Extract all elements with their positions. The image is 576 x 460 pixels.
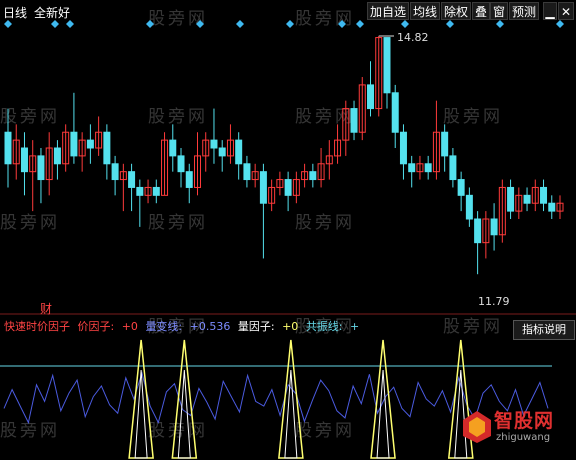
candle-body: [408, 163, 416, 173]
candle-body: [391, 92, 399, 133]
diamond-marker: [286, 20, 294, 28]
volume-factor-value: +0: [282, 320, 299, 333]
candle-body: [284, 179, 292, 196]
candle-body: [136, 186, 144, 196]
candle-body: [523, 194, 531, 204]
candle-body: [235, 139, 243, 165]
diamond-marker: [4, 20, 12, 28]
candlestick-chart[interactable]: [0, 0, 576, 460]
diamond-marker: [66, 20, 74, 28]
candle-body: [540, 186, 548, 204]
candle-body: [103, 131, 111, 165]
candle-body: [399, 131, 407, 165]
logo-name: 智股网: [494, 410, 555, 432]
volume-line-label: 量变线:: [145, 320, 183, 333]
candle-body: [210, 139, 218, 149]
indicator-name: 快速时价因子: [4, 320, 70, 333]
diamond-marker: [556, 20, 564, 28]
logo-icon: [463, 411, 491, 443]
candle-body: [441, 131, 449, 157]
candle-body: [169, 139, 177, 157]
diamond-marker: [338, 20, 346, 28]
diamond-marker: [146, 20, 154, 28]
candle-body: [185, 171, 193, 188]
indicator-legend: 快速时价因子 价因子: +0 量变线: +0.536 量因子: +0 共振线: …: [4, 318, 363, 334]
resonance-value: +: [350, 320, 360, 333]
diamond-marker: [356, 20, 364, 28]
candle-body: [383, 37, 391, 94]
diamond-marker: [196, 20, 204, 28]
volume-line-value: +0.536: [189, 320, 231, 333]
price-factor-value: +0: [121, 320, 138, 333]
candle-body: [465, 194, 473, 220]
candle-body: [259, 171, 267, 204]
candle-body: [70, 131, 78, 157]
candle-body: [457, 179, 465, 196]
low-price-label: 11.79: [478, 295, 510, 308]
site-logo: 智股网 zhiguwang: [462, 404, 572, 454]
price-factor-label: 价因子:: [77, 320, 115, 333]
finance-marker: 财: [40, 302, 53, 316]
candle-body: [507, 186, 515, 212]
candle-body: [424, 163, 432, 173]
candle-body: [548, 202, 556, 212]
diamond-marker: [401, 20, 409, 28]
indicator-help-button[interactable]: 指标说明: [513, 320, 575, 340]
candle-body: [218, 147, 226, 157]
diamond-marker: [51, 20, 59, 28]
logo-url: zhiguwang: [496, 432, 551, 443]
signal-spike: [278, 339, 304, 459]
candle-body: [367, 84, 375, 110]
signal-spike: [128, 339, 154, 459]
candle-body: [309, 171, 317, 181]
candle-body: [490, 218, 498, 236]
candle-body: [152, 186, 160, 196]
diamond-marker: [496, 20, 504, 28]
candle-body: [37, 155, 45, 181]
high-price-label: 14.82: [397, 31, 429, 44]
candle-body: [111, 163, 119, 181]
candle-body: [53, 147, 61, 165]
candle-body: [177, 155, 185, 173]
candle-body: [4, 131, 12, 165]
candle-body: [474, 218, 482, 244]
candle-body: [350, 108, 358, 133]
candle-body: [20, 147, 28, 173]
resonance-label: 共振线:: [305, 320, 343, 333]
diamond-marker: [236, 20, 244, 28]
signal-spike: [171, 339, 198, 459]
candle-body: [449, 155, 457, 181]
diamond-marker: [446, 20, 454, 28]
candle-body: [243, 163, 251, 181]
volume-factor-label: 量因子:: [237, 320, 275, 333]
candle-body: [128, 171, 136, 188]
candle-body: [86, 139, 94, 149]
